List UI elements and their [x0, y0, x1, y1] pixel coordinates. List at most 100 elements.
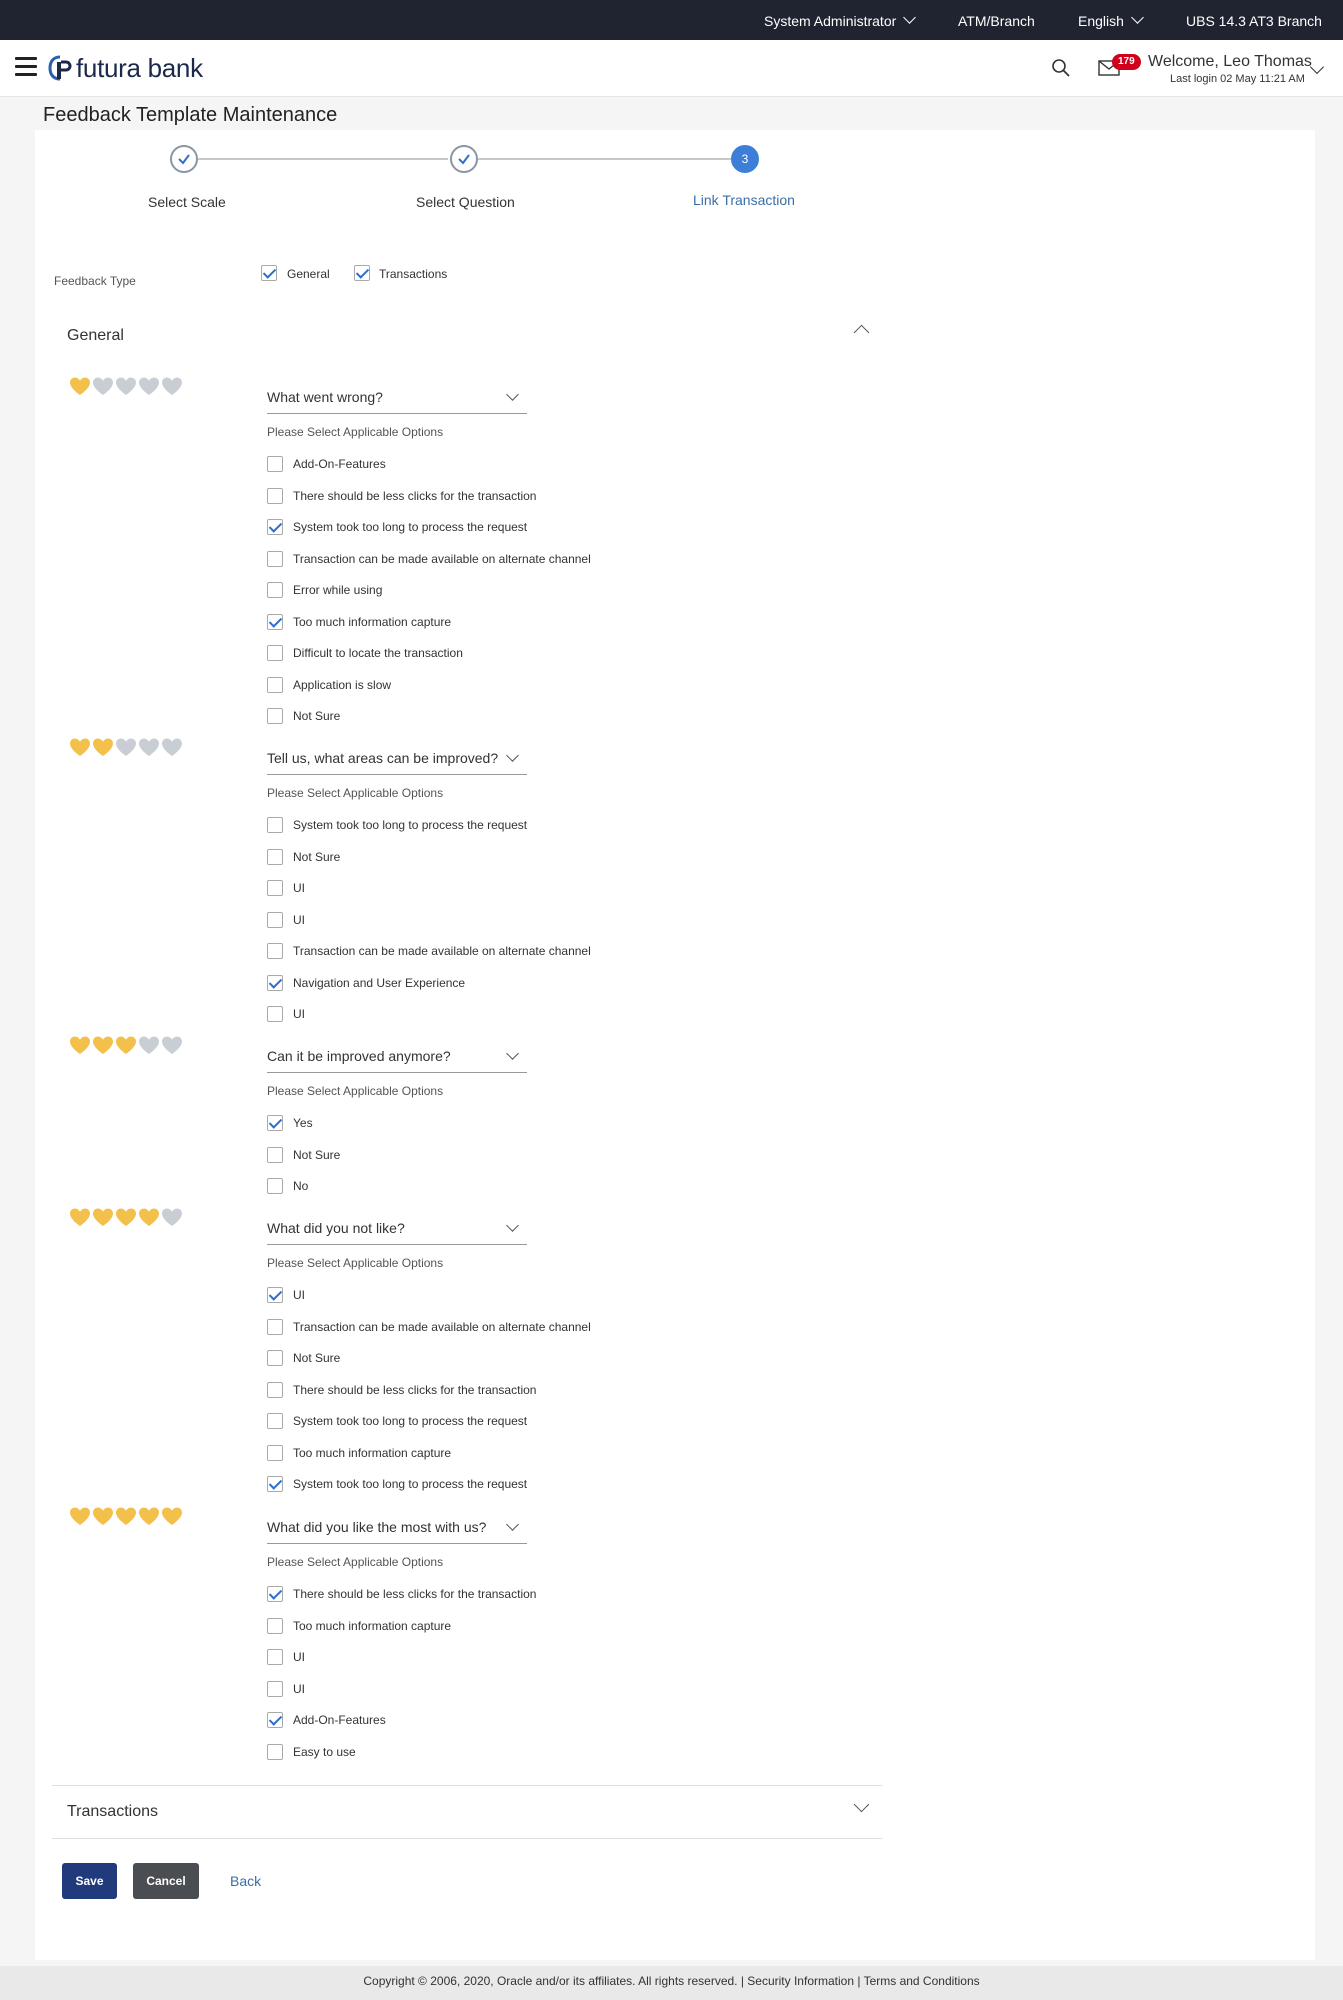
logo-text: futura bank	[76, 52, 203, 83]
option-checkbox[interactable]	[267, 645, 283, 661]
option-checkbox[interactable]	[267, 708, 283, 724]
option-checkbox[interactable]	[267, 1115, 283, 1131]
option-checkbox[interactable]	[267, 1586, 283, 1602]
option-checkbox[interactable]	[267, 1287, 283, 1303]
question-dropdown[interactable]: What did you not like?	[267, 1215, 527, 1245]
content-panel	[35, 130, 1315, 1960]
question-dropdown[interactable]: What went wrong?	[267, 384, 527, 414]
option-checkbox[interactable]	[267, 880, 283, 896]
option-label: No	[293, 1179, 309, 1193]
option-label: UI	[293, 912, 305, 927]
option-checkbox[interactable]	[267, 1444, 283, 1461]
heart-empty-icon	[116, 738, 136, 756]
heart-empty-icon	[162, 377, 182, 395]
option-checkbox[interactable]	[267, 1146, 283, 1163]
branch-label[interactable]: UBS 14.3 AT3 Branch	[1186, 13, 1322, 29]
question-text: Tell us, what areas can be improved?	[267, 750, 499, 766]
heart-filled-icon	[139, 1507, 159, 1525]
option-checkbox[interactable]	[267, 1680, 283, 1697]
question-dropdown[interactable]: What did you like the most with us?	[267, 1514, 527, 1544]
feedback-type-label: Feedback Type	[54, 274, 136, 288]
option-checkbox[interactable]	[267, 1006, 283, 1022]
chevron-down-icon	[506, 1047, 519, 1060]
option-label: Not Sure	[293, 1351, 341, 1365]
step-3-active[interactable]: 3	[731, 145, 759, 173]
option-label: Not Sure	[293, 709, 341, 723]
back-link[interactable]: Back	[230, 1873, 261, 1889]
option-checkbox[interactable]	[267, 848, 283, 865]
option-checkbox[interactable]	[267, 817, 283, 833]
top-bar: System Administrator ATM/Branch English …	[0, 0, 1343, 40]
option-label: Too much information capture	[293, 1618, 452, 1633]
option-label: Application is slow	[293, 677, 392, 692]
option-label: System took too long to process the requ…	[293, 818, 528, 832]
menu-icon[interactable]	[15, 57, 37, 77]
option-checkbox[interactable]	[267, 676, 283, 693]
option-checkbox[interactable]	[267, 1413, 283, 1429]
option-checkbox[interactable]	[267, 1712, 283, 1728]
app-header: futura bank 179 Welcome, Leo Thomas Last…	[0, 40, 1343, 97]
option-checkbox[interactable]	[267, 974, 283, 991]
rating-hearts	[69, 1035, 183, 1055]
option-checkbox[interactable]	[267, 1350, 283, 1366]
chevron-down-icon	[1131, 11, 1144, 24]
welcome-text[interactable]: Welcome, Leo Thomas	[1148, 53, 1312, 71]
transactions-checkbox[interactable]	[354, 265, 370, 281]
applicable-options-label: Please Select Applicable Options	[267, 1256, 444, 1270]
option-label: Not Sure	[293, 1147, 341, 1162]
option-label: Too much information capture	[293, 614, 452, 629]
role-dropdown[interactable]: System Administrator	[764, 11, 917, 29]
step-1-done[interactable]	[170, 145, 198, 173]
question-text: What went wrong?	[267, 389, 383, 405]
option-checkbox[interactable]	[267, 519, 283, 535]
step-3-number: 3	[741, 152, 749, 166]
option-checkbox[interactable]	[267, 1178, 283, 1194]
option-checkbox[interactable]	[267, 911, 283, 928]
cancel-button[interactable]: Cancel	[133, 1863, 199, 1899]
check-icon	[458, 154, 470, 165]
option-label: System took too long to process the requ…	[293, 1414, 528, 1428]
bank-logo[interactable]: futura bank	[48, 52, 203, 83]
heart-filled-icon	[70, 738, 90, 756]
general-checkbox[interactable]	[261, 265, 277, 281]
option-checkbox[interactable]	[267, 1617, 283, 1634]
option-checkbox[interactable]	[267, 550, 283, 567]
heart-empty-icon	[139, 738, 159, 756]
option-label: There should be less clicks for the tran…	[293, 1382, 537, 1397]
last-login-text: Last login 02 May 11:21 AM	[1170, 73, 1305, 85]
save-button[interactable]: Save	[62, 1863, 117, 1899]
option-checkbox[interactable]	[267, 1381, 283, 1398]
option-checkbox[interactable]	[267, 613, 283, 630]
heart-filled-icon	[139, 1208, 159, 1226]
applicable-options-label: Please Select Applicable Options	[267, 1555, 444, 1569]
heart-empty-icon	[162, 1036, 182, 1054]
question-text: What did you like the most with us?	[267, 1519, 487, 1535]
search-icon[interactable]	[1051, 58, 1071, 78]
chevron-down-icon[interactable]	[1309, 59, 1325, 75]
step-2-done[interactable]	[450, 145, 478, 173]
general-section-title[interactable]: General	[67, 327, 124, 345]
heart-empty-icon	[139, 1036, 159, 1054]
option-checkbox[interactable]	[267, 943, 283, 959]
option-label: Transaction can be made available on alt…	[293, 1319, 591, 1334]
atm-branch-link[interactable]: ATM/Branch	[958, 13, 1035, 29]
option-checkbox[interactable]	[267, 1318, 283, 1335]
option-checkbox[interactable]	[267, 487, 283, 504]
option-checkbox[interactable]	[267, 1743, 283, 1760]
heart-filled-icon	[93, 1036, 113, 1054]
question-dropdown[interactable]: Tell us, what areas can be improved?	[267, 745, 527, 775]
option-checkbox[interactable]	[267, 456, 283, 472]
option-checkbox[interactable]	[267, 1649, 283, 1665]
option-checkbox[interactable]	[267, 582, 283, 598]
language-dropdown[interactable]: English	[1078, 11, 1144, 29]
transactions-section-title[interactable]: Transactions	[67, 1803, 158, 1821]
option-label: There should be less clicks for the tran…	[293, 1587, 537, 1601]
option-checkbox[interactable]	[267, 1476, 283, 1492]
chevron-down-icon	[506, 1219, 519, 1232]
question-dropdown[interactable]: Can it be improved anymore?	[267, 1043, 527, 1073]
option-label: Yes	[293, 1116, 313, 1130]
heart-filled-icon	[116, 1507, 136, 1525]
chevron-down-icon	[506, 1518, 519, 1531]
question-text: What did you not like?	[267, 1220, 405, 1236]
heart-filled-icon	[93, 738, 113, 756]
